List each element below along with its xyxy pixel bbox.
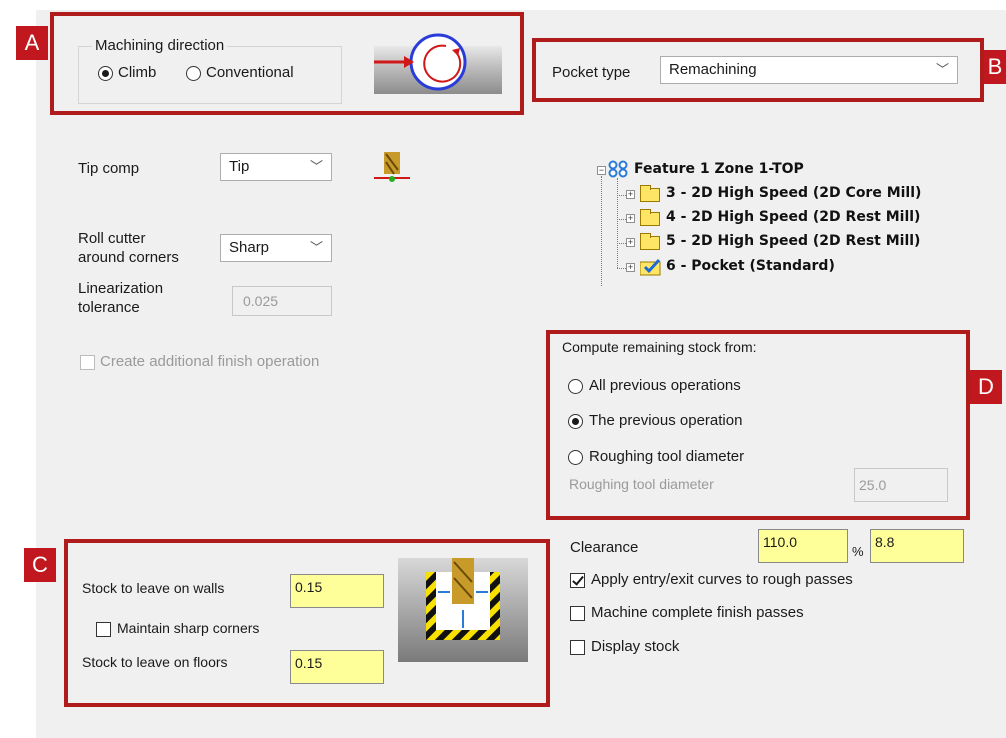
tree-guide-line <box>617 195 626 196</box>
remaining-stock-label: Compute remaining stock from: <box>562 339 757 355</box>
finish-op-label[interactable]: Create additional finish operation <box>100 353 319 370</box>
callout-label-a: A <box>16 26 48 60</box>
floors-stock-label: Stock to leave on floors <box>82 654 228 670</box>
tree-item-6[interactable]: 6 - Pocket (Standard) <box>666 258 835 274</box>
tree-item-5[interactable]: 5 - 2D High Speed (2D Rest Mill) <box>666 233 920 249</box>
callout-label-b: B <box>984 50 1006 84</box>
pocket-type-select[interactable]: Remachining ﹀ <box>660 56 958 84</box>
climb-label[interactable]: Climb <box>118 64 156 81</box>
tree-item-expander[interactable]: + <box>626 214 635 223</box>
entry-exit-checkbox[interactable] <box>570 573 585 588</box>
chevron-down-icon: ﹀ <box>309 159 323 174</box>
tree-guide-line <box>617 243 626 244</box>
machining-direction-label: Machining direction <box>92 37 228 54</box>
callout-label-d: D <box>970 370 1002 404</box>
conventional-label[interactable]: Conventional <box>206 64 294 81</box>
roughing-diameter-field[interactable]: 25.0 <box>854 468 948 502</box>
display-stock-label[interactable]: Display stock <box>591 638 679 655</box>
checked-folder-icon <box>639 258 662 276</box>
tip-comp-value: Tip <box>229 158 250 175</box>
feature-icon <box>608 160 628 178</box>
sharp-corners-checkbox[interactable] <box>96 622 111 637</box>
clearance-percent-sign: % <box>852 544 864 559</box>
roughing-diameter-field-label: Roughing tool diameter <box>569 476 714 492</box>
display-stock-checkbox[interactable] <box>570 640 585 655</box>
roll-cutter-value: Sharp <box>229 239 270 256</box>
tree-guide-line <box>601 176 602 286</box>
pocket-type-label: Pocket type <box>552 64 631 81</box>
tree-guide-line <box>617 178 618 268</box>
linearization-label-2: tolerance <box>78 299 140 316</box>
tree-item-expander[interactable]: + <box>626 238 635 247</box>
previous-operation-radio[interactable] <box>568 414 583 429</box>
stock-illustration <box>398 558 528 662</box>
folder-icon <box>640 233 660 250</box>
folder-icon <box>640 185 660 202</box>
all-previous-label[interactable]: All previous operations <box>589 377 741 394</box>
roll-cutter-label-1: Roll cutter <box>78 230 146 247</box>
chevron-down-icon: ﹀ <box>309 240 323 255</box>
roughing-diameter-radio[interactable] <box>568 450 583 465</box>
all-previous-radio[interactable] <box>568 379 583 394</box>
finish-passes-label[interactable]: Machine complete finish passes <box>591 604 804 621</box>
tree-guide-line <box>617 268 626 269</box>
machining-direction-illustration <box>374 28 502 100</box>
clearance-percent-field[interactable]: 110.0 <box>758 529 848 563</box>
finish-op-checkbox[interactable] <box>80 355 95 370</box>
folder-icon <box>640 209 660 226</box>
linearization-label-1: Linearization <box>78 280 164 297</box>
tip-comp-label: Tip comp <box>78 160 140 177</box>
climb-radio[interactable] <box>98 66 113 81</box>
entry-exit-label[interactable]: Apply entry/exit curves to rough passes <box>591 571 853 588</box>
walls-stock-field[interactable]: 0.15 <box>290 574 384 608</box>
clearance-label: Clearance <box>570 539 639 556</box>
linearization-field[interactable]: 0.025 <box>232 286 332 316</box>
walls-stock-label: Stock to leave on walls <box>82 580 225 596</box>
tool-tip-icon <box>372 150 412 186</box>
roll-cutter-select[interactable]: Sharp ﹀ <box>220 234 332 262</box>
tree-item-expander[interactable]: + <box>626 190 635 199</box>
roughing-diameter-option-label[interactable]: Roughing tool diameter <box>589 448 744 465</box>
tree-item-expander[interactable]: + <box>626 263 635 272</box>
tree-item-3[interactable]: 3 - 2D High Speed (2D Core Mill) <box>666 185 921 201</box>
callout-label-c: C <box>24 548 56 582</box>
sharp-corners-label[interactable]: Maintain sharp corners <box>117 620 259 636</box>
tree-guide-line <box>617 219 626 220</box>
tree-root-label[interactable]: Feature 1 Zone 1-TOP <box>634 161 804 177</box>
conventional-radio[interactable] <box>186 66 201 81</box>
roll-cutter-label-2: around corners <box>78 249 179 266</box>
finish-passes-checkbox[interactable] <box>570 606 585 621</box>
tip-comp-select[interactable]: Tip ﹀ <box>220 153 332 181</box>
clearance-absolute-field[interactable]: 8.8 <box>870 529 964 563</box>
pocket-type-value: Remachining <box>669 61 757 78</box>
previous-operation-label[interactable]: The previous operation <box>589 412 742 429</box>
chevron-down-icon: ﹀ <box>935 62 949 77</box>
tree-item-4[interactable]: 4 - 2D High Speed (2D Rest Mill) <box>666 209 920 225</box>
floors-stock-field[interactable]: 0.15 <box>290 650 384 684</box>
